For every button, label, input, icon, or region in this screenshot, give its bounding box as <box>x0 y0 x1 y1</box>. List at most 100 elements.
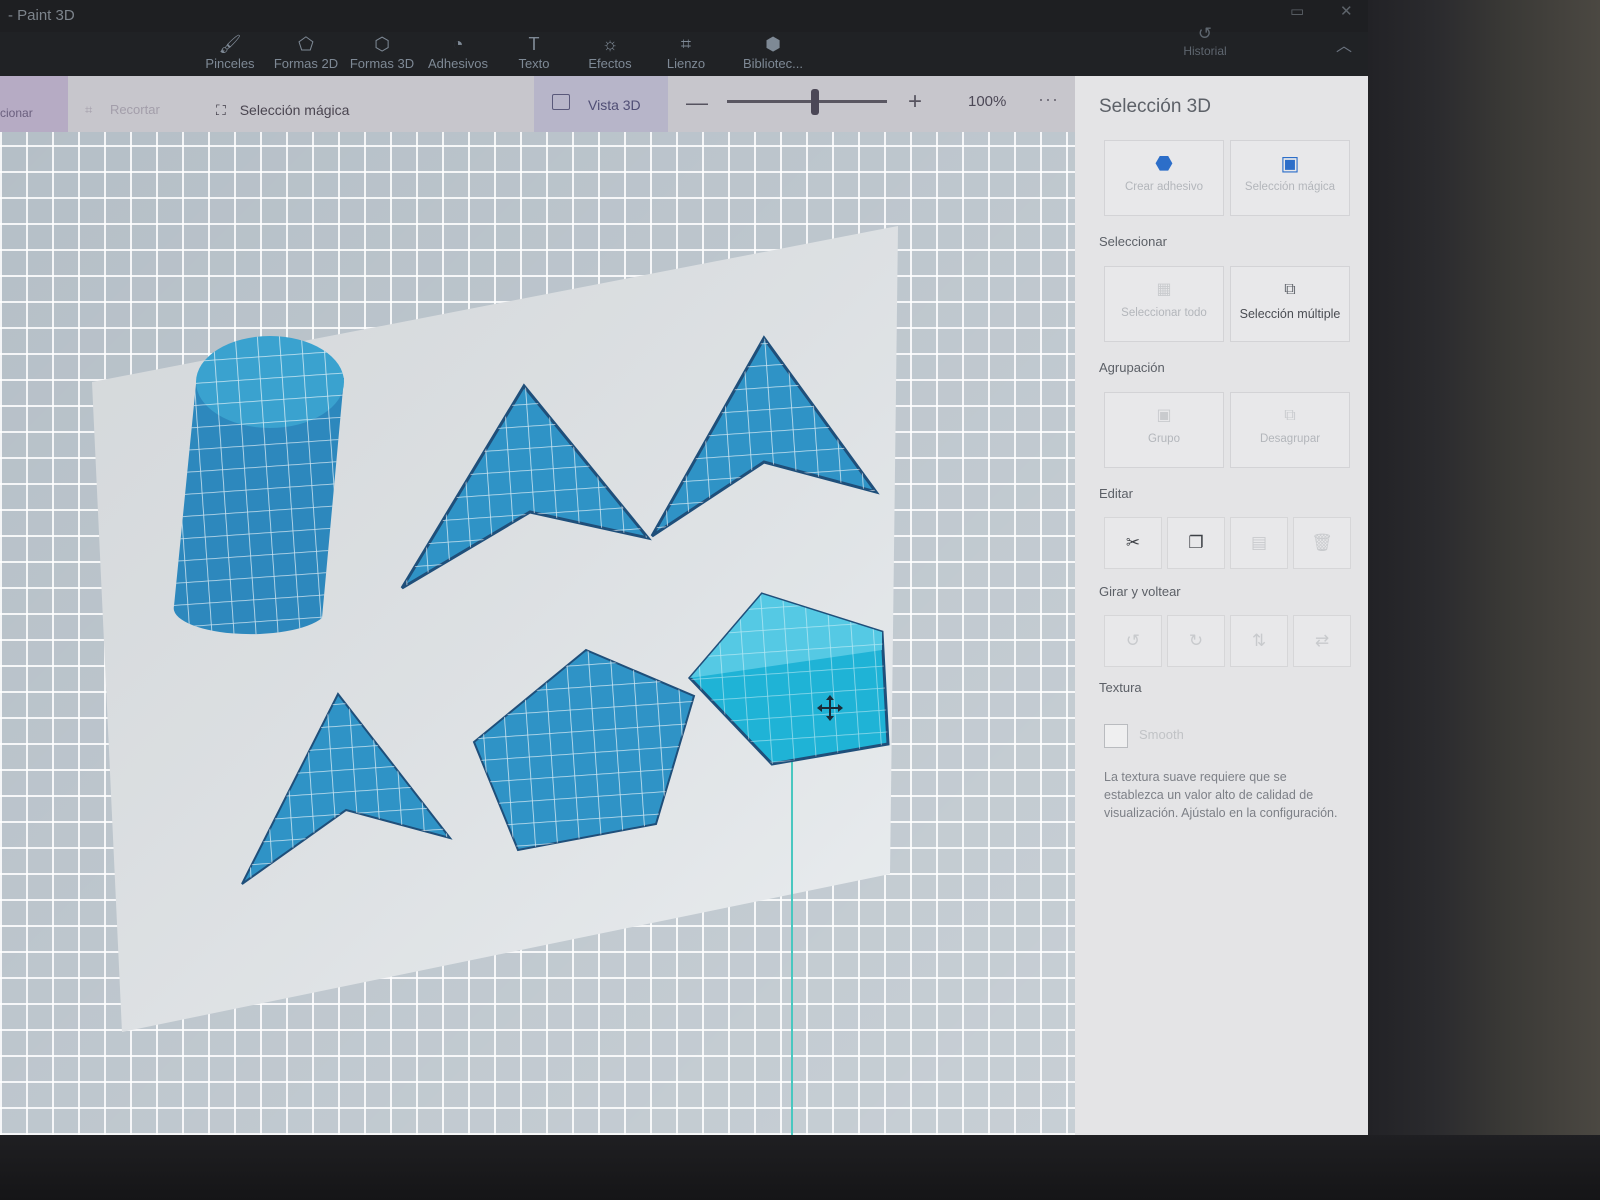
tool-label: Bibliotec... <box>743 56 803 71</box>
magic-select-button[interactable]: ⛶ Selección mágica <box>216 102 349 119</box>
texture-note: La textura suave requiere que se estable… <box>1104 770 1338 820</box>
section-textura: Textura <box>1099 680 1142 695</box>
magic-select-panel-button[interactable]: ▣ Selección mágica <box>1230 140 1350 216</box>
cube-icon: ⬡ <box>374 34 390 54</box>
view-3d-button[interactable]: Vista 3D <box>534 76 668 132</box>
copy-button[interactable]: ❐ <box>1167 517 1225 569</box>
canvas-area[interactable] <box>0 132 1075 1135</box>
collapse-ribbon-icon[interactable]: ︿ <box>1336 32 1352 56</box>
rotate-left-icon: ↺ <box>1125 631 1141 650</box>
zoom-value: 100% <box>968 93 1007 110</box>
flip-vertical-icon: ⇅ <box>1251 631 1267 650</box>
tool-label: Lienzo <box>666 56 706 71</box>
tool-biblioteca[interactable]: ⬢ Bibliotec... <box>730 32 816 76</box>
section-girar-voltear: Girar y voltear <box>1099 584 1181 599</box>
ungroup-icon: ⧉ <box>1284 407 1296 424</box>
tool-label: Pinceles <box>205 56 255 71</box>
library-icon: ⬢ <box>765 34 781 54</box>
tool-efectos[interactable]: ☼ Efectos <box>572 32 648 76</box>
more-options-button[interactable]: ··· <box>1038 89 1059 110</box>
paste-icon: ▤ <box>1250 533 1268 552</box>
tool-formas-2d[interactable]: ⬠ Formas 2D <box>268 32 344 76</box>
zoom-in-button[interactable]: + <box>908 88 922 116</box>
view-3d-icon <box>552 94 570 110</box>
multi-select-icon: ⧉ <box>1284 281 1296 298</box>
tool-label: Texto <box>518 56 550 71</box>
tool-label: Adhesivos <box>428 56 488 71</box>
shapes-2d-icon: ⬠ <box>298 34 314 54</box>
ungroup-label: Desagrupar <box>1259 433 1321 445</box>
view-3d-label: Vista 3D <box>588 97 641 113</box>
smooth-checkbox[interactable] <box>1104 724 1128 748</box>
copy-icon: ❐ <box>1188 533 1204 552</box>
main-ribbon: 🖌 Pinceles ⬠ Formas 2D ⬡ Formas 3D ◔ Adh… <box>0 24 1368 76</box>
section-seleccionar: Seleccionar <box>1099 234 1167 249</box>
group-label: Grupo <box>1148 433 1180 445</box>
rotate-left-button[interactable]: ↺ <box>1104 615 1162 667</box>
tool-label: Formas 2D <box>273 56 339 71</box>
scissors-icon: ✂ <box>1125 533 1141 552</box>
rotate-right-icon: ↻ <box>1188 631 1204 650</box>
magic-select-image-icon: ▣ <box>1280 153 1300 175</box>
tool-label: Formas 3D <box>349 56 415 71</box>
crop-button[interactable]: ⌗ Recortar <box>85 102 160 118</box>
magic-select-icon: ⛶ <box>216 102 230 118</box>
historial-label: Historial <box>1183 44 1227 58</box>
zoom-slider-thumb[interactable] <box>811 89 819 115</box>
side-panel-3d-selection: Selección 3D ⬣ Crear adhesivo ▣ Selecció… <box>1075 76 1368 1135</box>
title-bar: - Paint 3D ▭ ✕ <box>0 0 1368 32</box>
tool-texto[interactable]: T Texto <box>496 32 572 76</box>
crop-icon: ⌗ <box>85 102 96 117</box>
maximize-icon[interactable]: ▭ <box>1290 2 1304 20</box>
zoom-out-button[interactable]: — <box>686 90 708 116</box>
magic-select-label: Selección mágica <box>239 102 350 118</box>
monitor-bezel-right <box>1368 0 1600 1200</box>
select-tool-button[interactable]: cionar <box>0 76 68 132</box>
rotate-right-button[interactable]: ↻ <box>1167 615 1225 667</box>
multi-select-button[interactable]: ⧉ Selección múltiple <box>1230 266 1350 342</box>
close-icon[interactable]: ✕ <box>1340 2 1353 20</box>
magic-select-panel-label: Selección mágica <box>1244 181 1336 193</box>
tool-label: Efectos <box>588 56 632 71</box>
tool-lienzo[interactable]: ⌗ Lienzo <box>648 32 724 76</box>
flip-vertical-button[interactable]: ⇅ <box>1230 615 1288 667</box>
ungroup-button[interactable]: ⧉ Desagrupar <box>1230 392 1350 468</box>
sticker-blob-icon: ⬣ <box>1155 153 1173 175</box>
cylinder-shape[interactable] <box>173 336 344 635</box>
sticker-icon: ◔ <box>452 34 464 54</box>
history-icon: ↺ <box>1197 24 1213 43</box>
text-icon: T <box>528 34 540 54</box>
select-all-label: Seleccionar todo <box>1121 307 1207 319</box>
effects-sun-icon: ☼ <box>601 34 619 54</box>
create-sticker-label: Crear adhesivo <box>1125 181 1203 193</box>
select-label: cionar <box>0 106 33 120</box>
tool-adhesivos[interactable]: ◔ Adhesivos <box>420 32 496 76</box>
section-editar: Editar <box>1099 486 1133 501</box>
group-button[interactable]: ▣ Grupo <box>1104 392 1224 468</box>
historial-button[interactable]: ↺ Historial <box>1175 24 1235 58</box>
cut-button[interactable]: ✂ <box>1104 517 1162 569</box>
select-all-button[interactable]: ▦ Seleccionar todo <box>1104 266 1224 342</box>
paint3d-window: - Paint 3D ▭ ✕ 🖌 Pinceles ⬠ Formas 2D ⬡ … <box>0 0 1368 1135</box>
tool-pinceles[interactable]: 🖌 Pinceles <box>192 32 268 76</box>
flip-horizontal-icon: ⇄ <box>1314 631 1330 650</box>
zoom-slider-track[interactable] <box>727 100 887 103</box>
create-sticker-button[interactable]: ⬣ Crear adhesivo <box>1104 140 1224 216</box>
selection-toolbar: cionar ⌗ Recortar ⛶ Selección mágica Vis… <box>0 76 1075 132</box>
crop-label: Recortar <box>109 102 160 117</box>
flip-horizontal-button[interactable]: ⇄ <box>1293 615 1351 667</box>
delete-button[interactable]: 🗑 <box>1293 517 1351 569</box>
canvas-crop-icon: ⌗ <box>680 34 692 54</box>
trash-icon: 🗑 <box>1311 533 1333 552</box>
select-all-icon: ▦ <box>1156 281 1172 298</box>
window-title: - Paint 3D <box>8 7 75 24</box>
panel-title: Selección 3D <box>1099 96 1211 117</box>
group-icon: ▣ <box>1156 407 1172 424</box>
smooth-label: Smooth <box>1139 727 1184 742</box>
tool-formas-3d[interactable]: ⬡ Formas 3D <box>344 32 420 76</box>
brush-icon: 🖌 <box>218 34 242 54</box>
section-agrupacion: Agrupación <box>1099 360 1165 375</box>
canvas-scene <box>92 226 898 1135</box>
paste-button[interactable]: ▤ <box>1230 517 1288 569</box>
multi-select-label: Selección múltiple <box>1239 307 1341 321</box>
